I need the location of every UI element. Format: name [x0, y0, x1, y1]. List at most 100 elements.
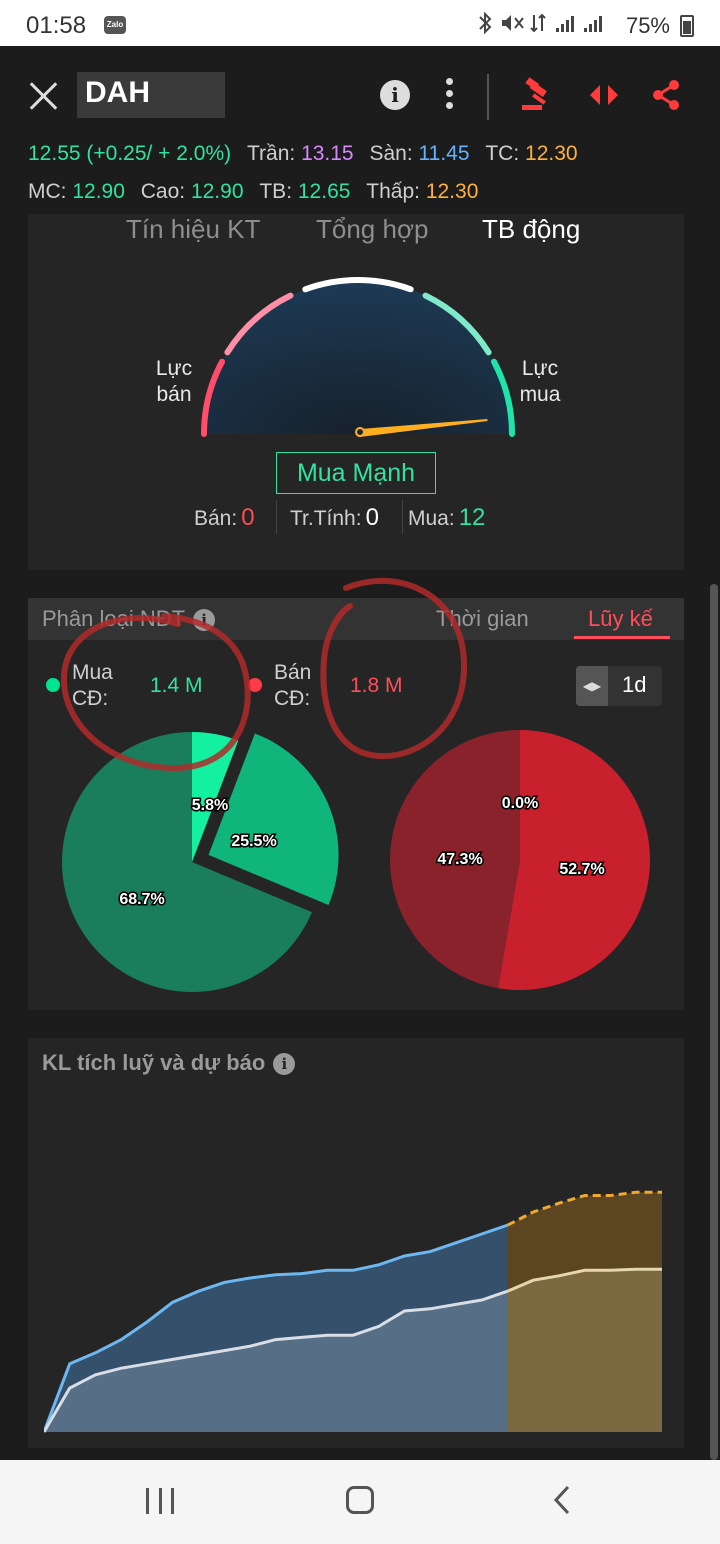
ceiling-price: 13.15	[301, 142, 354, 165]
floor-label: Sàn:	[369, 142, 413, 165]
pie-slice-label: 25.5%	[231, 833, 276, 850]
gauge-right-label: Lực mua	[510, 356, 570, 408]
sell-count-label: Bán:	[194, 507, 238, 530]
pie-slice-label: 52.7%	[559, 861, 604, 878]
scrollbar[interactable]	[710, 584, 718, 1460]
tab-summary[interactable]: Tổng hợp	[316, 214, 428, 245]
investor-title-text: Phân loại NĐT	[42, 606, 186, 631]
status-icons	[476, 11, 616, 39]
sell-legend-label: Bán CĐ:	[274, 660, 311, 712]
high-price: 12.90	[190, 180, 244, 203]
close-icon[interactable]	[28, 80, 60, 112]
volume-area-chart	[44, 1190, 662, 1433]
info-icon[interactable]: i	[193, 609, 216, 632]
period-selector[interactable]: ◀▶ 1d	[576, 666, 662, 706]
period-value: 1d	[622, 672, 647, 697]
gauge-left-label-line1: Lực	[155, 357, 193, 380]
sell-count-group: Bán: 0	[194, 504, 255, 532]
floor-price: 11.45	[418, 142, 470, 165]
investor-card-title: Phân loại NĐT i	[42, 606, 216, 632]
buy-count-label: Mua:	[408, 507, 455, 530]
gauge-right-label-line2: mua	[519, 383, 561, 406]
pie-slice-label: 68.7%	[119, 891, 164, 908]
forecast-average-fill	[507, 1269, 662, 1432]
sell-pie-chart: 0.0% 52.7% 47.3%	[390, 730, 651, 990]
gauge-right-label-line1: Lực	[521, 357, 559, 380]
sell-count: 0	[241, 504, 255, 531]
gauge-left-label-line2: bán	[156, 383, 192, 406]
match-label: MC:	[28, 180, 67, 203]
info-icon[interactable]: i	[273, 1053, 296, 1076]
signal-result-badge: Mua Mạnh	[276, 452, 436, 494]
buy-legend-dot	[46, 678, 60, 692]
battery-icon	[680, 14, 694, 37]
ref-price: 12.30	[525, 142, 578, 165]
screen: 01:58 Zalo 75% DAH i 12.55 (+0.25/ + 2.0…	[0, 0, 720, 1544]
sell-legend-line1: Bán	[274, 661, 312, 684]
status-time: 01:58	[26, 12, 87, 39]
swap-arrows-icon[interactable]	[588, 82, 620, 108]
pie-slice-label: 5.8%	[192, 797, 228, 814]
info-icon[interactable]: i	[380, 80, 410, 110]
tab-moving-average[interactable]: TB động	[482, 214, 580, 245]
app-bar: DAH i	[0, 46, 720, 142]
high-label: Cao:	[140, 180, 186, 203]
status-right: 75%	[476, 11, 694, 39]
buy-value: 1.4 M	[150, 674, 203, 697]
volume-card-title: KL tích luỹ và dự báo i	[42, 1050, 296, 1076]
toolbar-divider	[487, 74, 489, 120]
pie-slice-label: 47.3%	[437, 851, 482, 868]
buy-legend-line2: CĐ:	[72, 687, 109, 710]
neutral-count: 0	[365, 504, 379, 531]
count-separator	[276, 500, 277, 534]
recent-apps-icon[interactable]	[146, 1488, 174, 1514]
neutral-count-label: Tr.Tính:	[290, 507, 362, 530]
zalo-notification-icon: Zalo	[104, 16, 126, 34]
buy-legend-line1: Mua	[72, 661, 113, 684]
sell-legend-line2: CĐ:	[274, 687, 311, 710]
sell-value: 1.8 M	[350, 674, 403, 697]
current-price: 12.55 (+0.25/ + 2.0%)	[28, 142, 232, 165]
match-price: 12.90	[72, 180, 125, 203]
gauge-face	[204, 280, 512, 434]
symbol-input[interactable]: DAH	[77, 72, 225, 118]
tab-time[interactable]: Thời gian	[436, 606, 529, 632]
investor-card: Phân loại NĐT i Thời gian Lũy kế Mua CĐ: …	[28, 598, 684, 1010]
signal-card: Tín hiệu KT Tổng hợp TB động Lực bán Lực…	[28, 214, 684, 570]
buy-count-group: Mua: 12	[402, 500, 486, 534]
gauge-left-label: Lực bán	[144, 356, 204, 408]
ceiling-label: Trần:	[246, 142, 296, 165]
quote-line-2: MC: 12.90 Cao: 12.90 TB: 12.65 Thấp: 12.…	[28, 180, 478, 204]
low-label: Thấp:	[366, 180, 420, 203]
low-price: 12.30	[425, 180, 479, 203]
more-vert-icon[interactable]	[446, 78, 454, 112]
home-icon[interactable]	[346, 1486, 374, 1514]
gavel-icon[interactable]	[520, 76, 556, 112]
buy-count: 12	[458, 504, 486, 531]
tab-cumulative[interactable]: Lũy kế	[588, 606, 653, 632]
bluetooth-mute-data-signal-icons	[479, 11, 602, 35]
avg-label: TB:	[259, 180, 293, 203]
buy-pie-chart: 5.8% 25.5% 68.7%	[61, 732, 339, 992]
sell-legend-dot	[248, 678, 262, 692]
back-icon[interactable]	[552, 1484, 572, 1516]
count-separator	[402, 500, 403, 534]
ref-label: TC:	[485, 142, 520, 165]
status-bar: 01:58 Zalo 75%	[0, 0, 720, 46]
battery-percent: 75%	[625, 12, 670, 38]
expand-arrows-icon[interactable]: ◀▶	[576, 666, 608, 706]
quote-line-1: 12.55 (+0.25/ + 2.0%) Trần: 13.15 Sàn: 1…	[28, 142, 578, 166]
investor-card-header: Phân loại NĐT i Thời gian Lũy kế	[28, 598, 684, 640]
share-icon[interactable]	[652, 80, 680, 110]
pie-slice-label: 0.0%	[502, 795, 538, 812]
system-nav-bar	[0, 1460, 720, 1544]
neutral-count-group: Tr.Tính: 0	[276, 500, 379, 534]
signal-gauge	[201, 277, 515, 438]
tab-technical-signal[interactable]: Tín hiệu KT	[126, 214, 260, 245]
avg-price: 12.65	[297, 180, 351, 203]
volume-forecast-card: KL tích luỹ và dự báo i	[28, 1038, 684, 1448]
buy-legend-label: Mua CĐ:	[72, 660, 113, 712]
volume-title-text: KL tích luỹ và dự báo	[42, 1050, 266, 1075]
pie-slice	[498, 730, 651, 990]
tab-active-indicator	[574, 636, 670, 639]
